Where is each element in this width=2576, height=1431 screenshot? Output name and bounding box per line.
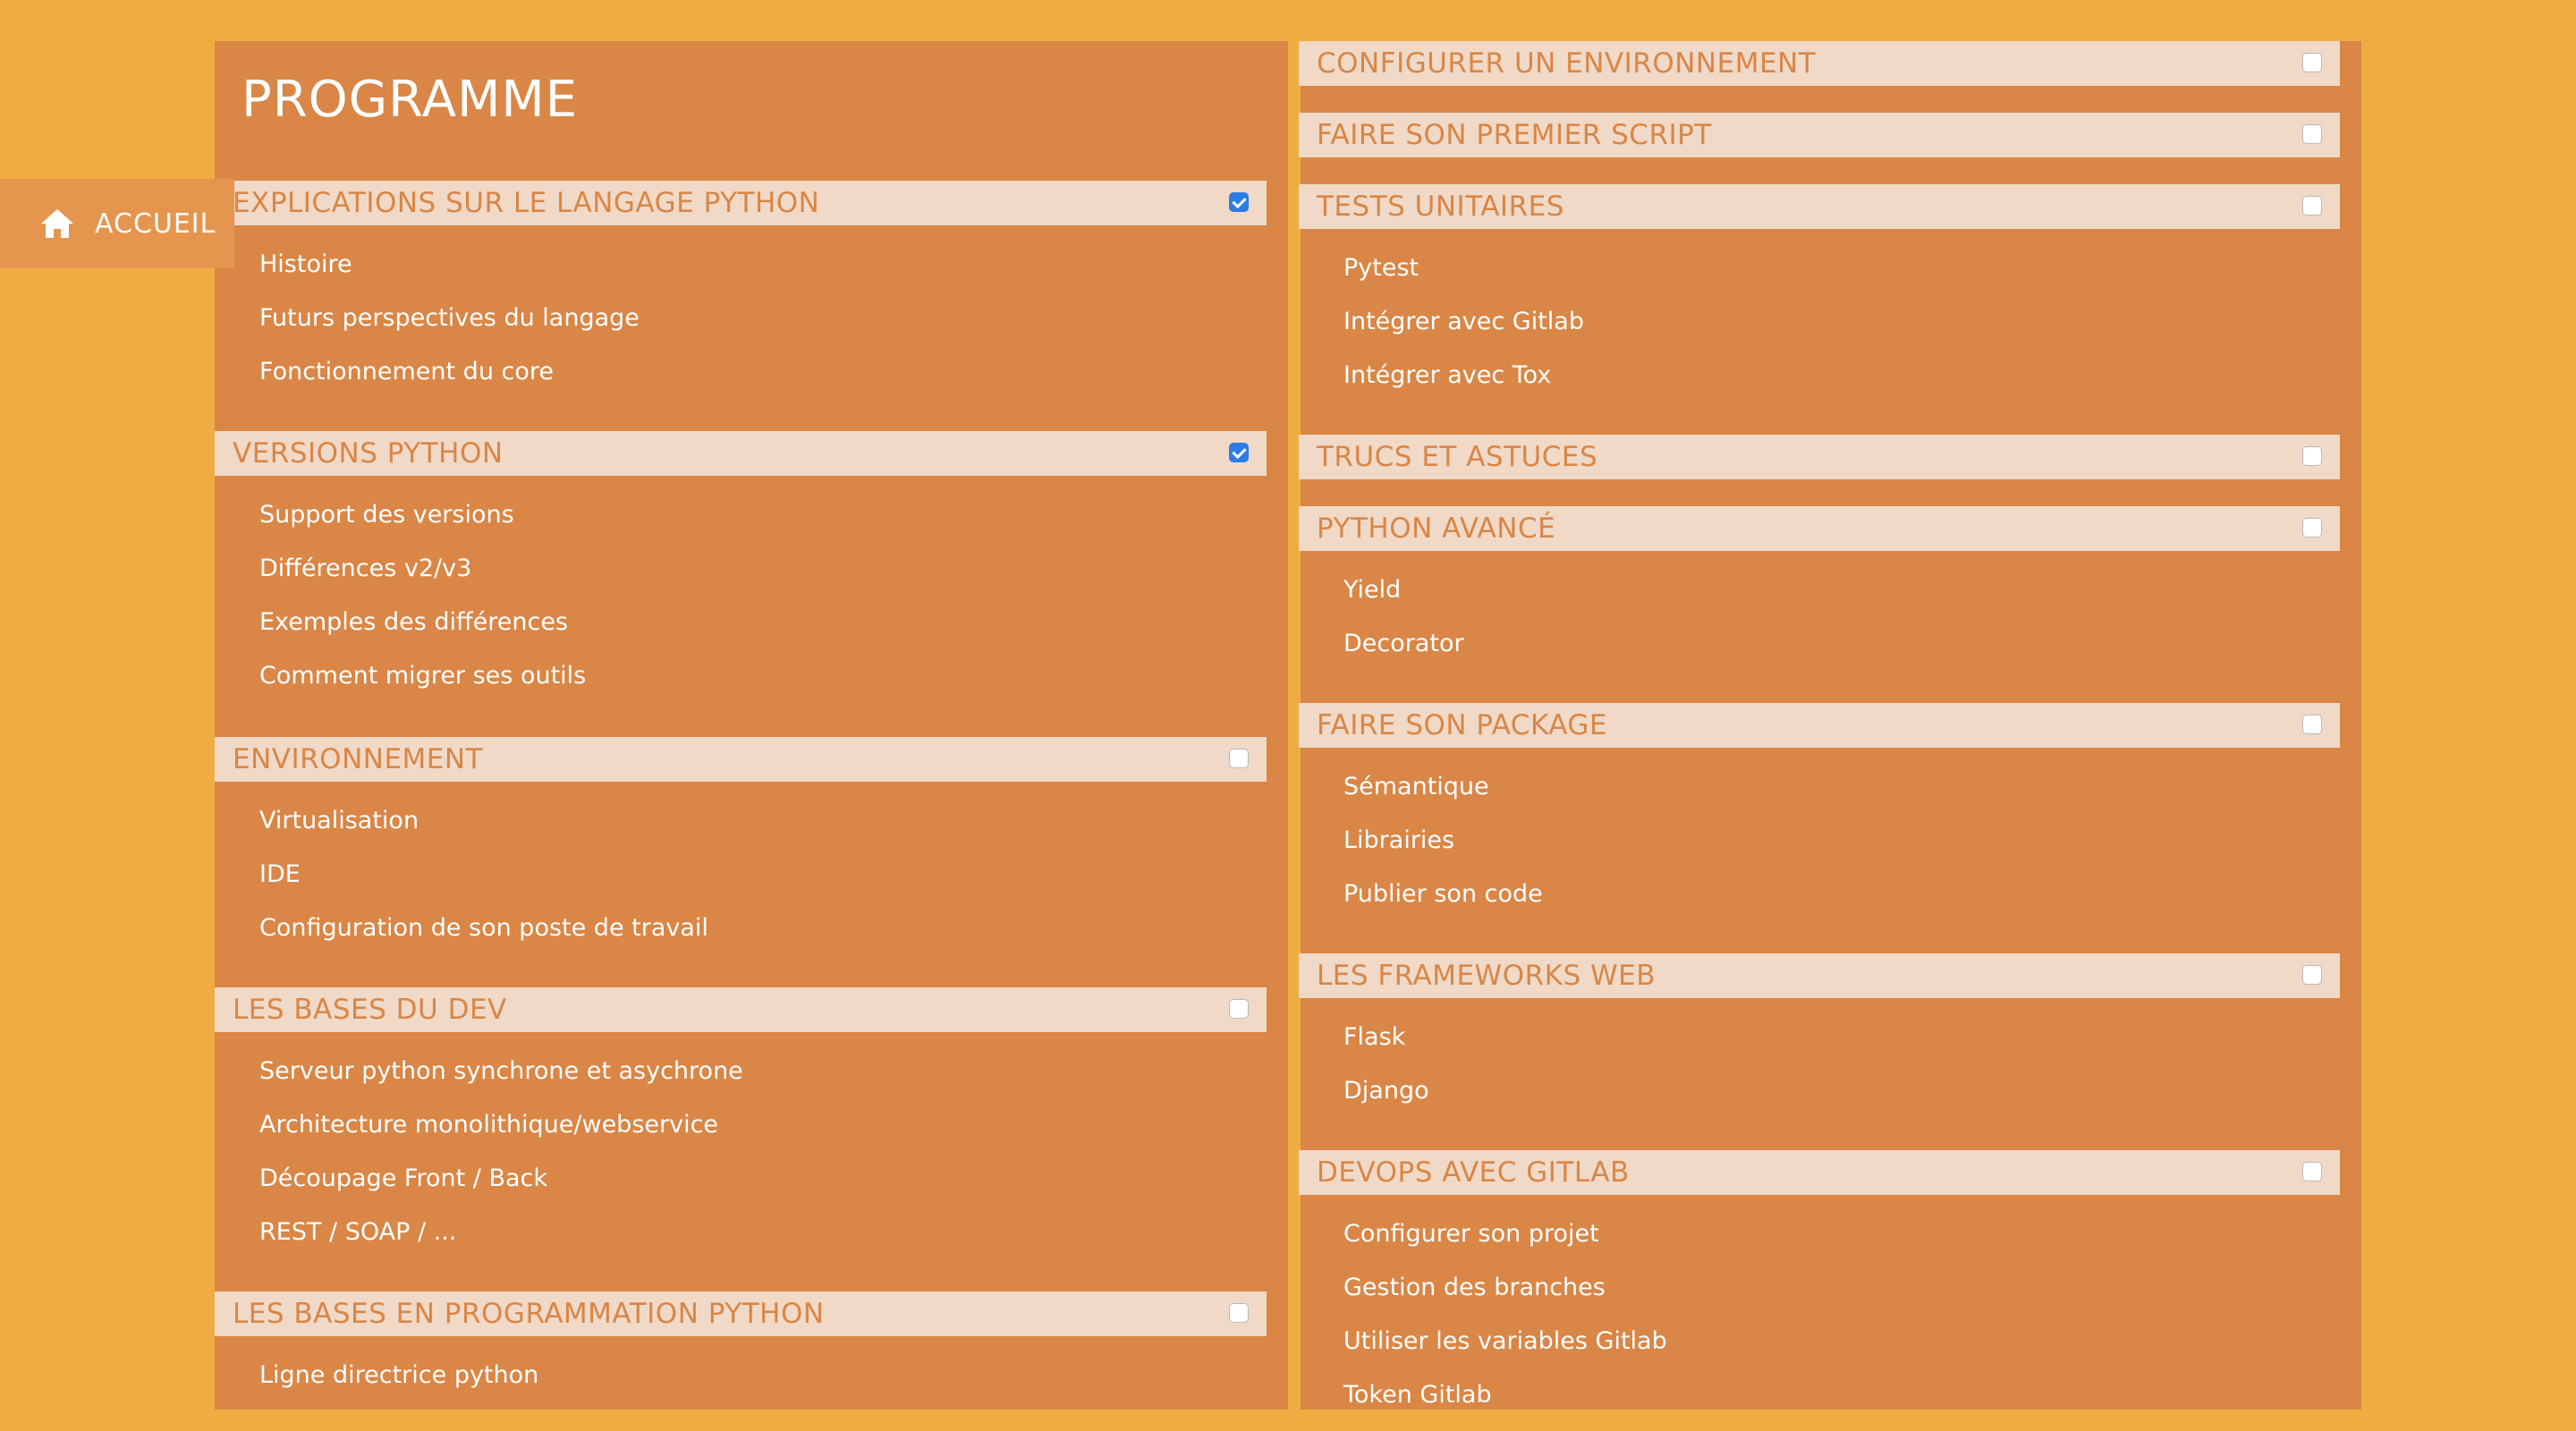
program-panel: PROGRAMME EXPLICATIONS SUR LE LANGAGE PY… xyxy=(215,41,2361,1410)
section-item-list: Yield Decorator xyxy=(1299,551,2340,680)
section-item-list: Histoire Futurs perspectives du langage Fo… xyxy=(215,225,1267,408)
section-header[interactable]: FAIRE SON PACKAGE xyxy=(1299,703,2340,748)
section-header[interactable]: EXPLICATIONS SUR LE LANGAGE PYTHON xyxy=(215,181,1267,225)
section-item-link[interactable]: Ligne directrice python xyxy=(259,1358,1267,1411)
section-title: ENVIRONNEMENT xyxy=(233,743,483,775)
section-checkbox[interactable] xyxy=(2302,196,2322,216)
program-section: ENVIRONNEMENT Virtualisation IDE Configurat… xyxy=(215,737,1267,964)
section-item-link[interactable]: Pytest xyxy=(1343,250,2340,304)
program-section: PYTHON AVANCÉ Yield Decorator xyxy=(1299,506,2340,680)
section-item-link[interactable]: Sémantique xyxy=(1343,769,2340,823)
section-title: LES BASES DU DEV xyxy=(233,994,507,1026)
program-section: DEVOPS AVEC GITLAB Configurer son projet G… xyxy=(1299,1150,2340,1431)
section-title: VERSIONS PYTHON xyxy=(233,437,504,470)
section-title: LES FRAMEWORKS WEB xyxy=(1317,960,1657,992)
section-checkbox[interactable] xyxy=(2302,518,2322,538)
section-item-link[interactable]: REST / SOAP / ... xyxy=(259,1215,1267,1268)
section-item-link[interactable]: Gestion des branches xyxy=(1343,1270,2340,1324)
section-header[interactable]: FAIRE SON PREMIER SCRIPT xyxy=(1299,113,2340,157)
section-header[interactable]: VERSIONS PYTHON xyxy=(215,431,1267,476)
section-item-list: Serveur python synchrone et asychrone Arc… xyxy=(215,1032,1267,1268)
section-title: TRUCS ET ASTUCES xyxy=(1317,441,1598,473)
section-title: TESTS UNITAIRES xyxy=(1317,191,1564,223)
section-item-list: Virtualisation IDE Configuration de son po… xyxy=(215,782,1267,964)
section-header[interactable]: TRUCS ET ASTUCES xyxy=(1299,435,2340,479)
program-section: LES BASES DU DEV Serveur python synchrone… xyxy=(215,987,1267,1268)
program-section: EXPLICATIONS SUR LE LANGAGE PYTHON Histoi… xyxy=(215,181,1267,408)
section-item-link[interactable]: Configurer son projet xyxy=(1343,1216,2340,1270)
section-checkbox[interactable] xyxy=(1229,749,1249,768)
section-item-link[interactable]: Support des versions xyxy=(259,497,1267,551)
section-item-link[interactable]: Fonctionnement du core xyxy=(259,354,1267,408)
section-item-link[interactable]: Intégrer avec Gitlab xyxy=(1343,304,2340,358)
program-section: LES FRAMEWORKS WEB Flask Django xyxy=(1299,953,2340,1127)
section-item-link[interactable]: Serveur python synchrone et asychrone xyxy=(259,1054,1267,1107)
section-item-link[interactable]: Flask xyxy=(1343,1020,2340,1073)
section-checkbox[interactable] xyxy=(1229,999,1249,1019)
section-item-link[interactable]: Token Gitlab xyxy=(1343,1377,2340,1431)
program-section: CONFIGURER UN ENVIRONNEMENT xyxy=(1299,41,2340,86)
section-item-link[interactable]: Publier son code xyxy=(1343,876,2340,930)
section-checkbox[interactable] xyxy=(1229,1303,1249,1323)
section-item-link[interactable]: Intégrer avec Tox xyxy=(1343,358,2340,411)
section-header[interactable]: LES BASES EN PROGRAMMATION PYTHON xyxy=(215,1291,1267,1336)
section-item-list: Flask Django xyxy=(1299,998,2340,1127)
section-item-link[interactable]: Découpage Front / Back xyxy=(259,1161,1267,1215)
section-item-link[interactable]: Futurs perspectives du langage xyxy=(259,301,1267,354)
section-item-list: Sémantique Librairies Publier son code xyxy=(1299,748,2340,930)
program-section: LES BASES EN PROGRAMMATION PYTHON Ligne d… xyxy=(215,1291,1267,1411)
section-item-list: Support des versions Différences v2/v3 Exe… xyxy=(215,476,1267,712)
section-header[interactable]: TESTS UNITAIRES xyxy=(1299,184,2340,229)
home-nav-button[interactable]: ACCUEIL xyxy=(0,179,234,268)
section-item-link[interactable]: Histoire xyxy=(259,247,1267,301)
section-checkbox[interactable] xyxy=(1229,443,1249,462)
program-section: TRUCS ET ASTUCES xyxy=(1299,435,2340,479)
section-checkbox[interactable] xyxy=(2302,1162,2322,1181)
section-item-link[interactable]: Django xyxy=(1343,1073,2340,1127)
section-item-link[interactable]: IDE xyxy=(259,857,1267,910)
section-item-link[interactable]: Utiliser les variables Gitlab xyxy=(1343,1324,2340,1377)
section-item-link[interactable]: Différences v2/v3 xyxy=(259,551,1267,605)
section-item-link[interactable]: Exemples des différences xyxy=(259,605,1267,658)
program-section: VERSIONS PYTHON Support des versions Diffé… xyxy=(215,431,1267,712)
section-item-list: Pytest Intégrer avec Gitlab Intégrer avec … xyxy=(1299,229,2340,411)
program-section: TESTS UNITAIRES Pytest Intégrer avec Gitla… xyxy=(1299,184,2340,411)
section-item-link[interactable]: Comment migrer ses outils xyxy=(259,658,1267,712)
program-section: FAIRE SON PREMIER SCRIPT xyxy=(1299,113,2340,157)
section-item-link[interactable]: Architecture monolithique/webservice xyxy=(259,1107,1267,1161)
section-item-link[interactable]: Decorator xyxy=(1343,626,2340,680)
section-header[interactable]: LES FRAMEWORKS WEB xyxy=(1299,953,2340,998)
section-header[interactable]: ENVIRONNEMENT xyxy=(215,737,1267,782)
section-checkbox[interactable] xyxy=(2302,124,2322,144)
page-title: PROGRAMME xyxy=(242,71,579,129)
section-header[interactable]: PYTHON AVANCÉ xyxy=(1299,506,2340,551)
section-title: CONFIGURER UN ENVIRONNEMENT xyxy=(1317,47,1817,80)
section-title: EXPLICATIONS SUR LE LANGAGE PYTHON xyxy=(233,187,820,219)
section-title: DEVOPS AVEC GITLAB xyxy=(1317,1156,1630,1189)
section-item-list: Configurer son projet Gestion des branche… xyxy=(1299,1195,2340,1431)
section-checkbox[interactable] xyxy=(2302,965,2322,985)
section-title: FAIRE SON PREMIER SCRIPT xyxy=(1317,119,1712,151)
section-title: FAIRE SON PACKAGE xyxy=(1317,709,1608,741)
section-header[interactable]: CONFIGURER UN ENVIRONNEMENT xyxy=(1299,41,2340,86)
section-title: LES BASES EN PROGRAMMATION PYTHON xyxy=(233,1298,825,1330)
section-item-link[interactable]: Configuration de son poste de travail xyxy=(259,910,1267,964)
section-item-list: Ligne directrice python xyxy=(215,1336,1267,1411)
section-checkbox[interactable] xyxy=(1229,192,1249,212)
home-icon xyxy=(41,209,73,238)
section-checkbox[interactable] xyxy=(2302,53,2322,72)
section-item-link[interactable]: Yield xyxy=(1343,572,2340,626)
program-section: FAIRE SON PACKAGE Sémantique Librairies Pub… xyxy=(1299,703,2340,930)
section-title: PYTHON AVANCÉ xyxy=(1317,512,1556,545)
section-header[interactable]: LES BASES DU DEV xyxy=(215,987,1267,1032)
section-item-link[interactable]: Librairies xyxy=(1343,823,2340,876)
section-checkbox[interactable] xyxy=(2302,715,2322,734)
section-checkbox[interactable] xyxy=(2302,446,2322,466)
section-item-link[interactable]: Virtualisation xyxy=(259,803,1267,857)
home-nav-label: ACCUEIL xyxy=(95,207,216,240)
section-header[interactable]: DEVOPS AVEC GITLAB xyxy=(1299,1150,2340,1195)
